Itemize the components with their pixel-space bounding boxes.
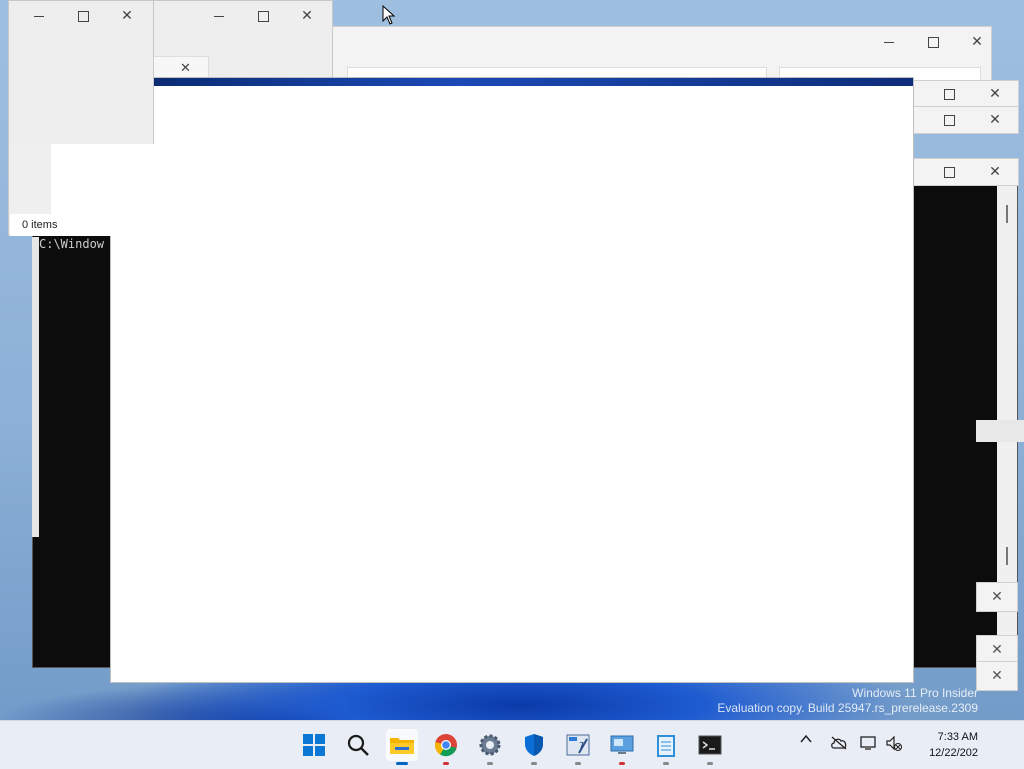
window-controls <box>926 81 1018 107</box>
clock-date: 12/22/202 <box>929 747 978 759</box>
shield-icon <box>525 734 543 756</box>
network-icon <box>860 736 876 750</box>
explorer-window-2[interactable]: ✕ <box>152 0 333 84</box>
minimize-icon[interactable] <box>197 1 241 31</box>
maximize-icon[interactable] <box>926 159 972 185</box>
taskbar: 7 7:33 AM 12/22/202 <box>0 720 1024 769</box>
maximize-icon[interactable] <box>61 1 105 31</box>
minimize-icon[interactable] <box>867 27 911 57</box>
scroll-thumb[interactable] <box>1006 547 1008 565</box>
close-icon[interactable]: ✕ <box>180 61 191 76</box>
close-icon[interactable]: ✕ <box>991 642 1003 658</box>
watermark-line2: Evaluation copy. Build 25947.rs_prerelea… <box>717 701 978 715</box>
window-controls <box>926 159 1018 185</box>
maximize-icon[interactable] <box>926 107 972 133</box>
network-button[interactable] <box>860 735 878 754</box>
scroll-thumb[interactable] <box>1006 205 1008 223</box>
taskbar-security[interactable] <box>518 729 550 765</box>
scrollbar-fragment[interactable] <box>976 420 1024 442</box>
running-indicator <box>487 762 493 765</box>
taskbar-file-explorer[interactable] <box>386 729 418 765</box>
side-window-close-tab[interactable]: ✕ <box>976 661 1018 691</box>
close-icon[interactable] <box>285 1 329 31</box>
evaluation-watermark: Windows 11 Pro Insider Evaluation copy. … <box>717 686 978 716</box>
taskbar-remote-desktop[interactable] <box>606 729 638 765</box>
maximize-icon[interactable] <box>926 81 972 107</box>
folder-icon <box>390 738 414 754</box>
side-window-close-tab[interactable]: ✕ <box>976 582 1018 612</box>
chrome-icon <box>434 734 457 757</box>
window-controls <box>926 107 1018 133</box>
status-bar-text: 0 items <box>22 219 58 231</box>
running-indicator <box>396 762 408 765</box>
gear-icon <box>479 734 501 756</box>
chevron-up-icon <box>800 734 812 743</box>
svg-text:7: 7 <box>579 741 584 750</box>
main-window[interactable] <box>110 77 914 683</box>
close-icon[interactable] <box>105 1 149 31</box>
taskbar-notepad[interactable] <box>650 729 682 765</box>
watermark-line1: Windows 11 Pro Insider <box>852 686 978 700</box>
explorer-content[interactable]: 0 items <box>10 144 154 236</box>
running-indicator <box>443 762 449 765</box>
onedrive-button[interactable] <box>830 736 848 753</box>
close-icon[interactable] <box>972 159 1018 185</box>
clock[interactable]: 7:33 AM 12/22/202 <box>918 729 978 761</box>
taskbar-terminal[interactable] <box>694 729 726 765</box>
remote-desktop-icon <box>610 735 634 754</box>
maximize-icon[interactable] <box>241 1 285 31</box>
close-icon[interactable] <box>972 107 1018 133</box>
tray-overflow-button[interactable] <box>800 733 812 747</box>
volume-muted-icon <box>886 735 903 752</box>
running-indicator <box>531 762 537 765</box>
cloud-offline-icon <box>831 736 847 750</box>
terminal-icon <box>698 735 722 755</box>
running-indicator <box>619 762 625 765</box>
running-indicator <box>575 762 581 765</box>
search-icon <box>347 734 369 756</box>
close-icon[interactable] <box>955 27 999 57</box>
close-icon[interactable] <box>972 81 1018 107</box>
minimize-icon[interactable] <box>17 1 61 31</box>
side-window-2[interactable] <box>913 106 1019 134</box>
window-controls <box>867 27 999 57</box>
notepad-icon <box>657 735 675 757</box>
taskbar-settings[interactable] <box>474 729 506 765</box>
windows-start-icon <box>303 734 325 756</box>
navigation-pane[interactable] <box>10 144 51 214</box>
console-prompt-text: C:\Window <box>39 237 105 251</box>
side-window-3[interactable] <box>913 158 1019 186</box>
console-frame-edge <box>32 237 39 537</box>
taskbar-control-panel[interactable]: 7 <box>562 729 594 765</box>
close-icon[interactable]: ✕ <box>991 668 1003 684</box>
window-controls <box>17 1 149 31</box>
search-button[interactable] <box>342 729 374 761</box>
side-window-1[interactable] <box>913 80 1019 108</box>
explorer-window[interactable]: 0 items <box>8 0 154 236</box>
window-controls <box>197 1 329 31</box>
close-icon[interactable]: ✕ <box>991 589 1003 605</box>
clock-time: 7:33 AM <box>937 731 978 743</box>
volume-button[interactable] <box>886 735 904 755</box>
running-indicator <box>707 762 713 765</box>
start-button[interactable] <box>298 729 330 761</box>
wallpaper-strip <box>153 78 913 86</box>
mouse-cursor-icon <box>382 5 396 25</box>
taskbar-chrome[interactable] <box>430 729 462 765</box>
maximize-icon[interactable] <box>911 27 955 57</box>
running-indicator <box>663 762 669 765</box>
control-panel-icon: 7 <box>566 734 590 756</box>
